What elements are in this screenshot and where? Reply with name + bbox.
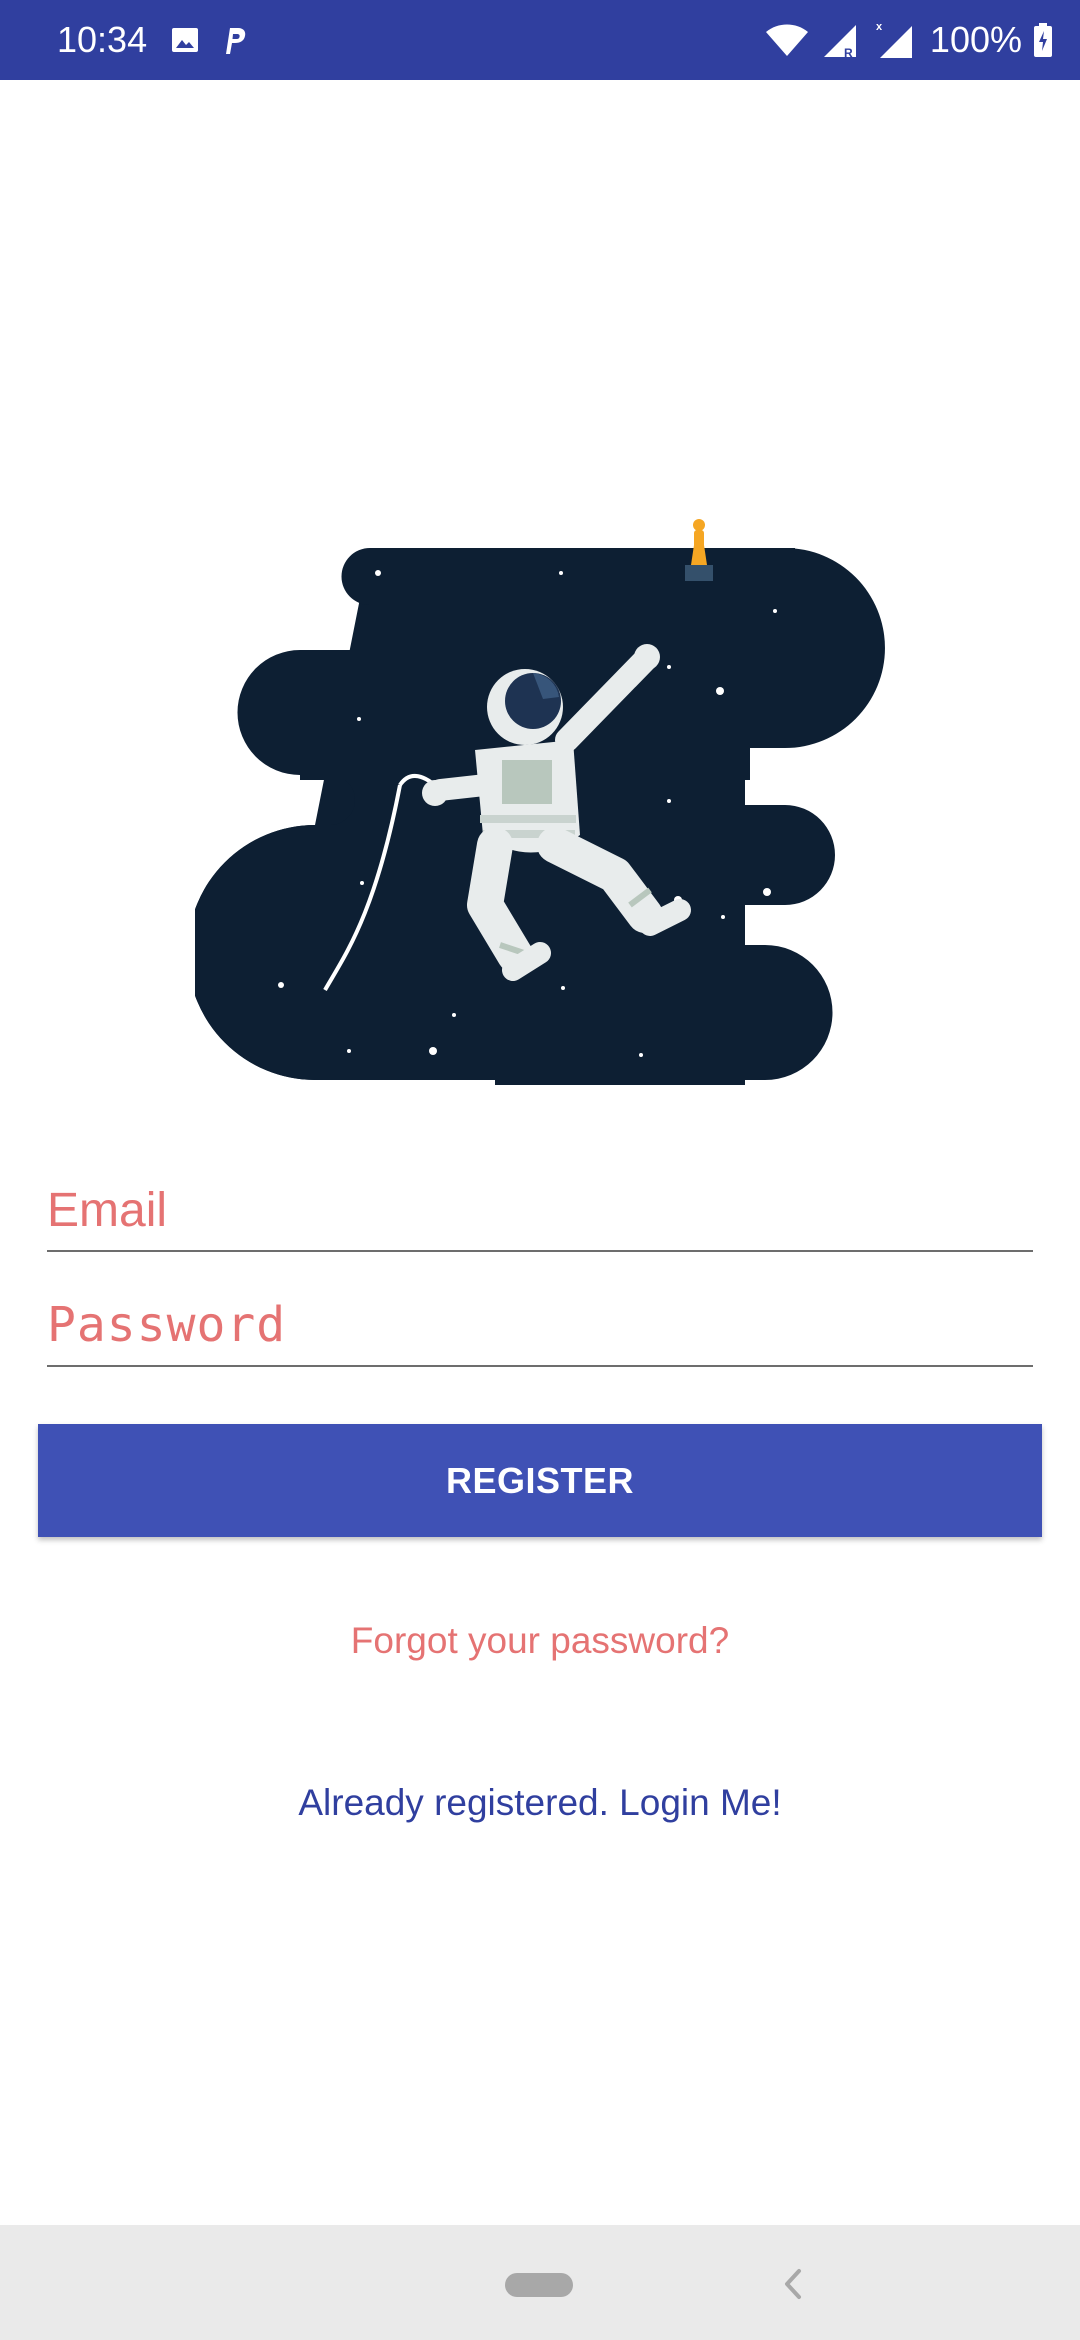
status-bar: 10:34 R x 100%	[0, 0, 1080, 80]
status-time: 10:34	[57, 19, 148, 60]
back-chevron-icon[interactable]	[782, 2267, 804, 2306]
status-left-icons	[170, 22, 248, 58]
register-screen: 10:34 R x 100% Email REGISTER Forgot you…	[0, 0, 1080, 2340]
login-link[interactable]: Already registered. Login Me!	[0, 1782, 1080, 1824]
svg-text:x: x	[876, 21, 883, 33]
p-app-icon	[222, 24, 248, 56]
forgot-password-link[interactable]: Forgot your password?	[0, 1620, 1080, 1662]
password-field[interactable]	[47, 1285, 1033, 1365]
email-field[interactable]	[47, 1170, 1033, 1250]
navigation-bar	[0, 2225, 1080, 2340]
home-pill-icon[interactable]	[505, 2273, 573, 2297]
astronaut-image	[187, 519, 885, 1085]
astronaut-illustration	[187, 485, 885, 1085]
signal-roaming-icon: R	[822, 21, 862, 59]
email-field-container	[47, 1170, 1033, 1252]
register-button[interactable]: REGISTER	[38, 1424, 1042, 1537]
battery-percent: 100%	[929, 19, 1022, 60]
status-right: R x 100%	[764, 18, 1052, 62]
battery-charging-icon	[1034, 23, 1052, 57]
image-icon	[170, 25, 200, 55]
svg-text:R: R	[844, 46, 853, 59]
password-field-container	[47, 1285, 1033, 1367]
signal-icon: x	[874, 20, 918, 60]
wifi-icon	[764, 22, 810, 58]
